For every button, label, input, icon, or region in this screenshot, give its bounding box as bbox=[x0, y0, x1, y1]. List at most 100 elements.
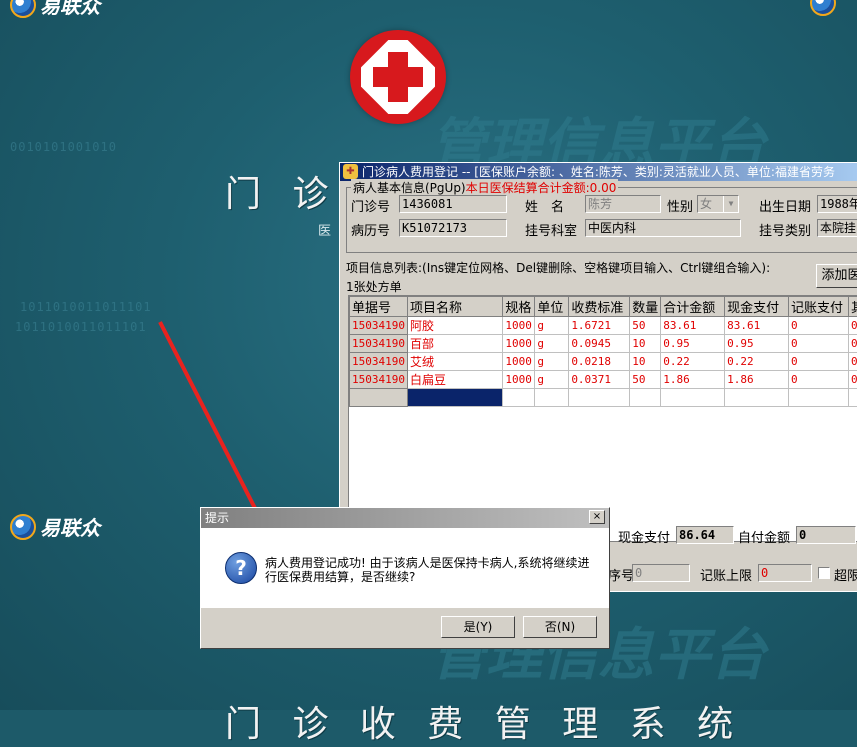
yes-button[interactable]: 是(Y) bbox=[441, 616, 515, 638]
table-cell[interactable]: 0 bbox=[849, 353, 857, 371]
logo: 易联众 bbox=[10, 0, 100, 19]
dob-field[interactable]: 1988年 bbox=[817, 195, 857, 213]
table-cell[interactable] bbox=[407, 389, 502, 407]
close-icon[interactable]: × bbox=[589, 510, 605, 524]
table-cell[interactable]: 15034190 bbox=[350, 317, 408, 335]
table-cell[interactable]: 阿胶 bbox=[407, 317, 502, 335]
table-cell[interactable]: 白扁豆 bbox=[407, 371, 502, 389]
table-cell[interactable]: 1.86 bbox=[725, 371, 789, 389]
column-header[interactable]: 收费标准 bbox=[569, 297, 630, 317]
column-header[interactable]: 单位 bbox=[535, 297, 569, 317]
table-cell[interactable]: 0 bbox=[789, 353, 849, 371]
cash-label: 现金支付 bbox=[618, 527, 670, 546]
reg-type-label: 挂号类别 bbox=[759, 220, 811, 239]
table-cell[interactable] bbox=[350, 389, 408, 407]
table-cell[interactable]: 10 bbox=[630, 353, 661, 371]
column-header[interactable]: 其 bbox=[849, 297, 857, 317]
table-cell[interactable]: 0 bbox=[849, 371, 857, 389]
chevron-down-icon[interactable]: ▼ bbox=[723, 196, 738, 212]
column-header[interactable]: 记账支付 bbox=[789, 297, 849, 317]
self-pay-field[interactable]: 0 bbox=[796, 526, 856, 544]
table-cell[interactable]: 1000 bbox=[503, 371, 535, 389]
table-cell[interactable] bbox=[569, 389, 630, 407]
table-cell[interactable]: 0 bbox=[789, 371, 849, 389]
table-cell[interactable]: 1000 bbox=[503, 317, 535, 335]
item-table: 单据号项目名称规格单位收费标准数量合计金额现金支付记账支付其 15034190阿… bbox=[349, 296, 857, 407]
table-row[interactable]: 15034190阿胶1000g1.67215083.6183.6100 bbox=[350, 317, 857, 335]
limit-field[interactable]: 0 bbox=[758, 564, 812, 582]
record-no-field[interactable]: K51072173 bbox=[399, 219, 507, 237]
table-cell[interactable] bbox=[849, 389, 857, 407]
table-cell[interactable]: 0.95 bbox=[661, 335, 725, 353]
table-cell[interactable]: g bbox=[535, 353, 569, 371]
table-cell[interactable]: 50 bbox=[630, 317, 661, 335]
logo-globe-icon bbox=[10, 514, 36, 540]
table-cell[interactable]: 83.61 bbox=[661, 317, 725, 335]
table-cell[interactable]: 1.6721 bbox=[569, 317, 630, 335]
table-cell[interactable]: 0.0371 bbox=[569, 371, 630, 389]
table-cell[interactable]: 15034190 bbox=[350, 353, 408, 371]
seq-field[interactable]: 0 bbox=[632, 564, 690, 582]
item-list-hint: 项目信息列表:(Ins键定位网格、Del键删除、空格键项目输入、Ctrl键组合输… bbox=[346, 259, 770, 276]
column-header[interactable]: 规格 bbox=[503, 297, 535, 317]
over-limit-checkbox[interactable] bbox=[818, 567, 830, 579]
table-cell[interactable]: 1000 bbox=[503, 335, 535, 353]
table-cell[interactable]: 0.22 bbox=[725, 353, 789, 371]
red-cross-icon bbox=[350, 30, 446, 124]
table-cell[interactable]: 0.22 bbox=[661, 353, 725, 371]
column-header[interactable]: 项目名称 bbox=[407, 297, 502, 317]
table-row[interactable]: 15034190艾绒1000g0.0218100.220.2200 bbox=[350, 353, 857, 371]
table-cell[interactable]: 0 bbox=[789, 335, 849, 353]
clinic-no-label: 门诊号 bbox=[351, 196, 390, 215]
table-cell[interactable]: 50 bbox=[630, 371, 661, 389]
table-cell[interactable]: 0.0945 bbox=[569, 335, 630, 353]
app-icon: ✚ bbox=[343, 164, 358, 179]
add-item-button[interactable]: 添加医 bbox=[816, 264, 857, 288]
table-cell[interactable]: 15034190 bbox=[350, 335, 408, 353]
column-header[interactable]: 单据号 bbox=[350, 297, 408, 317]
gender-select[interactable]: 女 ▼ bbox=[697, 195, 739, 213]
table-row[interactable]: 15034190百部1000g0.0945100.950.9500 bbox=[350, 335, 857, 353]
table-cell[interactable] bbox=[661, 389, 725, 407]
table-cell[interactable]: g bbox=[535, 317, 569, 335]
self-pay-label: 自付金额 bbox=[738, 527, 790, 546]
column-header[interactable]: 现金支付 bbox=[725, 297, 789, 317]
column-header[interactable]: 合计金额 bbox=[661, 297, 725, 317]
table-cell[interactable] bbox=[789, 389, 849, 407]
logo-globe-icon bbox=[810, 0, 836, 16]
dialog-titlebar[interactable]: 提示 × bbox=[201, 508, 609, 528]
table-cell[interactable]: 1000 bbox=[503, 353, 535, 371]
table-cell[interactable] bbox=[535, 389, 569, 407]
no-button[interactable]: 否(N) bbox=[523, 616, 597, 638]
clinic-no-field[interactable]: 1436081 bbox=[399, 195, 507, 213]
table-cell[interactable]: 10 bbox=[630, 335, 661, 353]
table-cell[interactable]: 0.95 bbox=[725, 335, 789, 353]
table-cell[interactable]: 艾绒 bbox=[407, 353, 502, 371]
table-cell[interactable]: g bbox=[535, 335, 569, 353]
item-grid[interactable]: 单据号项目名称规格单位收费标准数量合计金额现金支付记账支付其 15034190阿… bbox=[348, 295, 857, 542]
name-field[interactable]: 陈芳 bbox=[585, 195, 661, 213]
table-cell[interactable]: 0 bbox=[849, 317, 857, 335]
table-cell[interactable]: 83.61 bbox=[725, 317, 789, 335]
patient-info-group: 病人基本信息(PgUp)本日医保结算合计金额:0.00 门诊号 1436081 … bbox=[346, 187, 857, 253]
table-cell[interactable]: 0 bbox=[849, 335, 857, 353]
table-row-new[interactable] bbox=[350, 389, 857, 407]
dept-field[interactable]: 中医内科 bbox=[585, 219, 741, 237]
table-cell[interactable] bbox=[630, 389, 661, 407]
table-cell[interactable]: 百部 bbox=[407, 335, 502, 353]
dob-label: 出生日期 bbox=[759, 196, 811, 215]
table-cell[interactable]: 15034190 bbox=[350, 371, 408, 389]
over-limit-label: 超限 bbox=[834, 565, 857, 584]
table-cell[interactable] bbox=[725, 389, 789, 407]
table-cell[interactable]: g bbox=[535, 371, 569, 389]
cash-field[interactable]: 86.64 bbox=[676, 526, 734, 544]
table-row[interactable]: 15034190白扁豆1000g0.0371501.861.8600 bbox=[350, 371, 857, 389]
table-cell[interactable]: 1.86 bbox=[661, 371, 725, 389]
logo bbox=[810, 0, 836, 16]
reg-type-field[interactable]: 本院挂 bbox=[817, 219, 857, 237]
table-cell[interactable]: 0 bbox=[789, 317, 849, 335]
table-cell[interactable]: 0.0218 bbox=[569, 353, 630, 371]
table-cell[interactable] bbox=[503, 389, 535, 407]
column-header[interactable]: 数量 bbox=[630, 297, 661, 317]
system-subtitle: 医 bbox=[318, 220, 331, 239]
